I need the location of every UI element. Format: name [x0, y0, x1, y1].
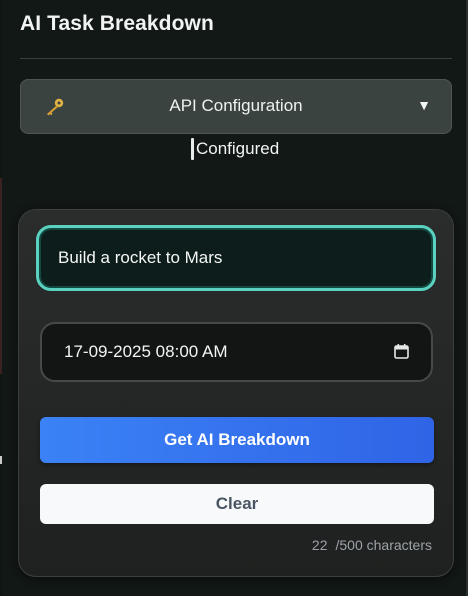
api-status-text: Configured: [196, 139, 280, 158]
datetime-input[interactable]: 17-09-2025 08:00 AM: [40, 322, 433, 382]
character-counter: 22/500 characters: [312, 537, 432, 553]
api-config-label: API Configuration: [169, 96, 303, 115]
datetime-value: 17-09-2025 08:00 AM: [64, 342, 228, 361]
left-edge-mark: [0, 456, 2, 464]
task-input[interactable]: [36, 225, 436, 291]
app-title: AI Task Breakdown: [20, 12, 214, 35]
chevron-down-icon: ▼: [417, 97, 431, 113]
title-divider: [20, 58, 452, 59]
char-count-current: 22: [311, 537, 328, 553]
app-panel: AI Task Breakdown API Configuration ▼ Co…: [2, 0, 466, 596]
status-marker: [191, 138, 194, 160]
calendar-icon[interactable]: [394, 344, 409, 359]
task-form-card: 17-09-2025 08:00 AM Get AI Breakdown Cle…: [18, 209, 454, 577]
char-count-limit: /500 characters: [335, 537, 433, 553]
clear-button[interactable]: Clear: [40, 484, 434, 524]
get-ai-breakdown-button[interactable]: Get AI Breakdown: [40, 417, 434, 463]
api-config-toggle[interactable]: API Configuration ▼: [20, 79, 452, 134]
left-edge-strip: [0, 178, 2, 374]
